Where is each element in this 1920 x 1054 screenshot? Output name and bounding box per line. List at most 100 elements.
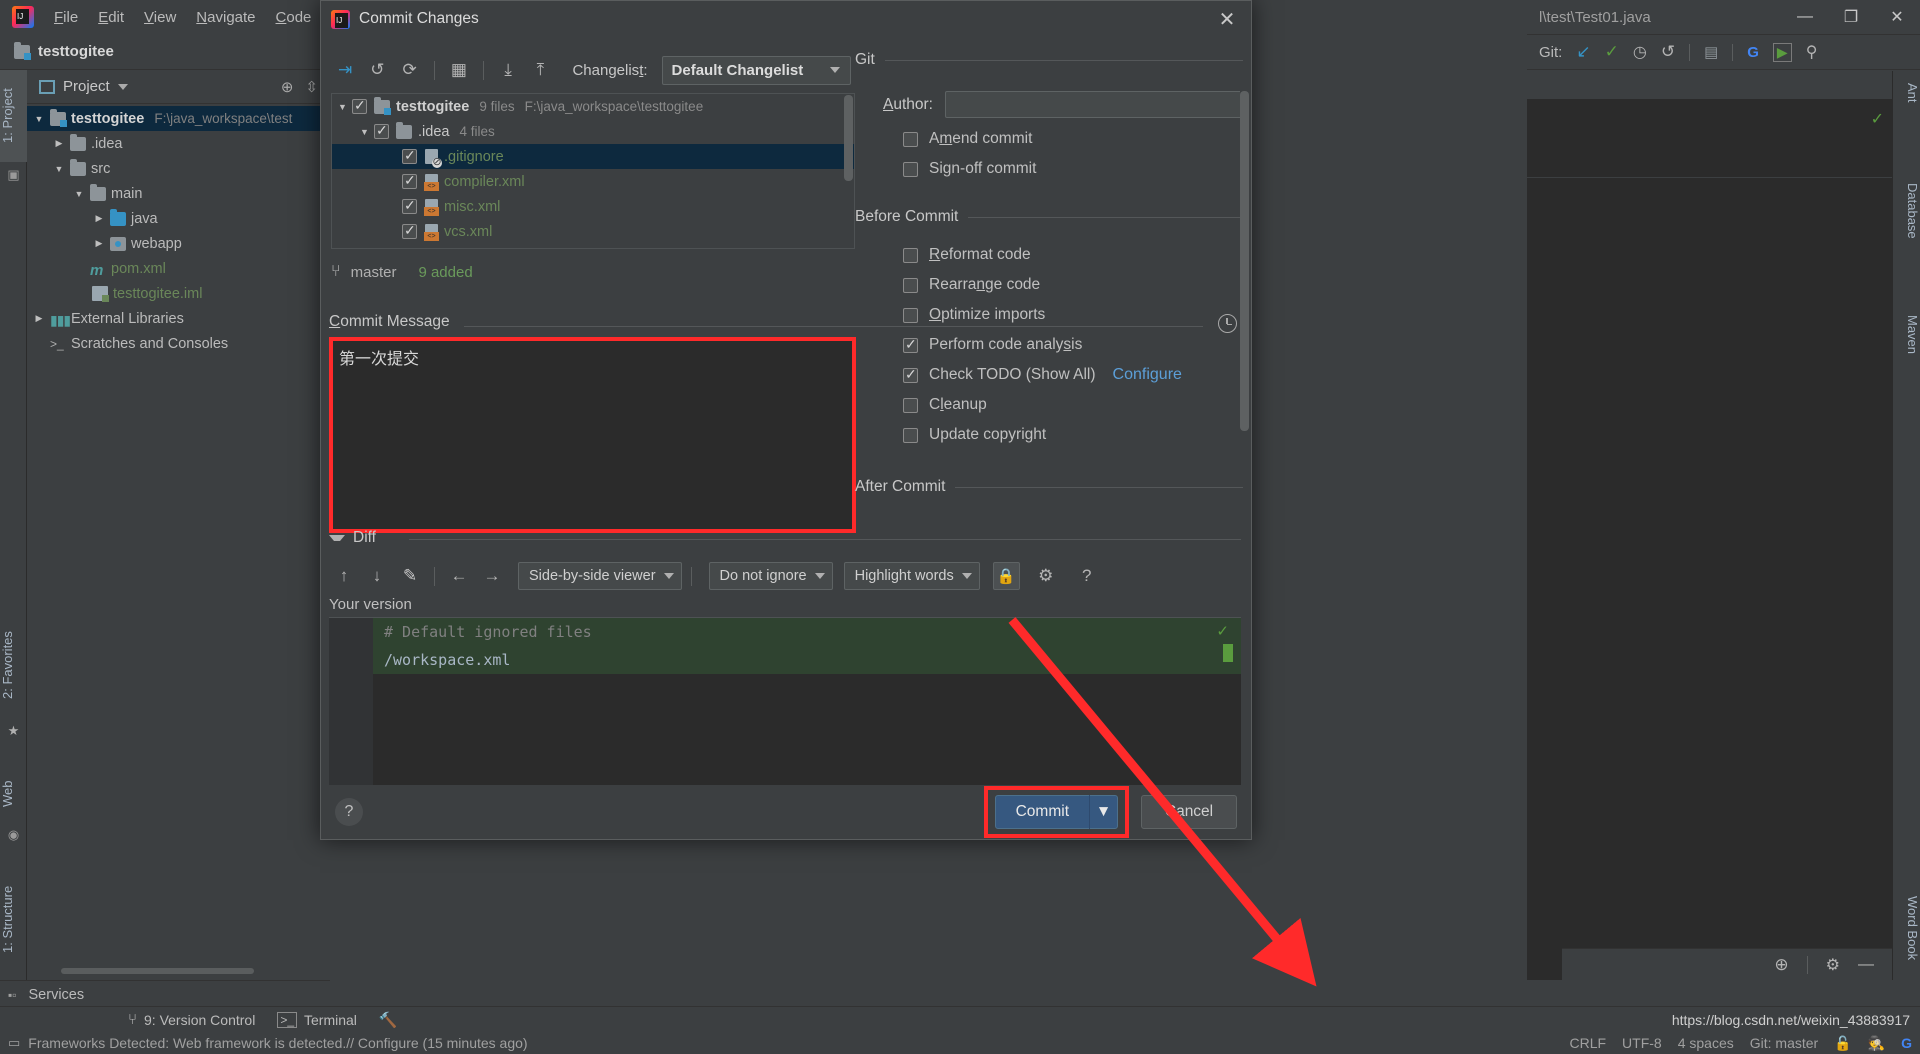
collapse-all-icon[interactable]: ⤒	[526, 56, 554, 84]
expand-all-icon[interactable]: ⤓	[494, 56, 522, 84]
diff-section-label[interactable]: Diff	[329, 529, 376, 547]
status-line-separator[interactable]: CRLF	[1569, 1035, 1606, 1051]
window-maximize-button[interactable]: ❐	[1828, 7, 1874, 27]
chevron-collapsed-icon[interactable]: ▶	[91, 213, 107, 224]
prev-difference-icon[interactable]: ↑	[329, 562, 359, 590]
menu-file[interactable]: FFileile	[44, 5, 88, 30]
bottom-tab-version-control[interactable]: ⑂ 9: Version Control	[128, 1011, 255, 1028]
file-row-misc-xml[interactable]: misc.xml	[332, 194, 854, 219]
chevron-expanded-icon[interactable]: ▼	[31, 114, 47, 124]
chevron-collapsed-icon[interactable]: ▶	[31, 313, 47, 324]
check-todo-row[interactable]: Check TODO (Show All) Configure	[903, 366, 1243, 384]
show-diff-icon[interactable]: ⇥	[331, 56, 359, 84]
cleanup-row[interactable]: Cleanup	[903, 396, 1243, 414]
menu-navigate[interactable]: Navigate	[186, 5, 265, 30]
sidebar-tab-structure[interactable]: 1: Structure	[0, 860, 27, 978]
optimize-imports-row[interactable]: Optimize imports	[903, 306, 1243, 324]
rearrange-code-row[interactable]: Rearrange code	[903, 276, 1243, 294]
collapse-all-icon[interactable]: ⇳	[305, 78, 318, 96]
sidebar-tab-maven[interactable]: Maven	[1892, 309, 1920, 360]
menu-view[interactable]: View	[134, 5, 186, 30]
file-row-idea[interactable]: ▼ .idea 4 files	[332, 119, 854, 144]
help-icon[interactable]: ?	[335, 798, 363, 826]
tree-row-main[interactable]: ▼ main	[27, 181, 330, 206]
chrome-icon[interactable]: G	[1901, 1035, 1912, 1051]
file-checkbox[interactable]	[402, 172, 417, 189]
apply-right-icon[interactable]: →	[477, 562, 507, 590]
bottom-tab-terminal[interactable]: >_ Terminal	[277, 1011, 357, 1028]
history-icon[interactable]: ◷	[1633, 42, 1647, 62]
signoff-commit-checkbox[interactable]	[903, 161, 918, 177]
optimize-imports-checkbox[interactable]	[903, 307, 918, 323]
cancel-button[interactable]: Cancel	[1141, 795, 1237, 829]
chevron-expanded-icon[interactable]: ▼	[71, 189, 87, 199]
apply-left-icon[interactable]: ←	[444, 562, 474, 590]
file-checkbox[interactable]	[402, 147, 417, 164]
commit-message-field[interactable]: 第一次提交	[329, 337, 856, 533]
menu-code[interactable]: Code	[266, 5, 322, 30]
sidebar-tab-favorites[interactable]: 2: Favorites	[0, 610, 27, 720]
chevron-expanded-icon[interactable]: ▼	[360, 127, 374, 137]
file-row-gitignore[interactable]: .gitignore	[332, 144, 854, 169]
locate-icon[interactable]: ⊕	[281, 78, 294, 96]
file-row-compiler-xml[interactable]: compiler.xml	[332, 169, 854, 194]
perform-code-analysis-row[interactable]: Perform code analysis	[903, 336, 1243, 354]
signoff-commit-row[interactable]: Sign-off commit	[903, 160, 1243, 178]
tree-row-java[interactable]: ▶ java	[27, 206, 330, 231]
status-encoding[interactable]: UTF-8	[1622, 1035, 1662, 1051]
project-horizontal-scrollbar[interactable]	[61, 968, 322, 974]
amend-commit-row[interactable]: Amend commit	[903, 130, 1243, 148]
file-checkbox[interactable]	[352, 97, 367, 114]
gear-icon[interactable]: ⚙	[1826, 955, 1840, 975]
group-by-icon[interactable]: ▦	[445, 56, 473, 84]
options-scrollbar[interactable]	[1240, 91, 1249, 431]
tree-row-scratches[interactable]: ▶ >_ Scratches and Consoles	[27, 331, 330, 356]
sidebar-tab-word-book[interactable]: Word Book	[1892, 890, 1920, 966]
sidebar-tab-ant[interactable]: Ant	[1892, 77, 1920, 109]
status-branch[interactable]: Git: master	[1750, 1035, 1818, 1051]
minimize-icon[interactable]: —	[1858, 956, 1874, 974]
update-copyright-checkbox[interactable]	[903, 427, 918, 443]
commit-icon[interactable]: ✓	[1605, 42, 1619, 62]
search-icon[interactable]: ⚲	[1806, 42, 1818, 62]
sidebar-tab-database[interactable]: Database	[1892, 177, 1920, 245]
window-close-button[interactable]: ✕	[1874, 7, 1920, 27]
perform-code-analysis-checkbox[interactable]	[903, 336, 918, 353]
chevron-collapsed-icon[interactable]: ▶	[91, 238, 107, 249]
diff-ignore-select[interactable]: Do not ignore	[708, 562, 833, 590]
reformat-code-checkbox[interactable]	[903, 247, 918, 263]
tree-row-pom[interactable]: ▶ m pom.xml	[27, 256, 330, 281]
changelist-select[interactable]: Default Changelist	[661, 55, 851, 85]
chevron-down-icon[interactable]	[117, 83, 128, 90]
chevron-expanded-icon[interactable]: ▼	[338, 102, 352, 112]
rearrange-code-checkbox[interactable]	[903, 277, 918, 293]
check-todo-checkbox[interactable]	[903, 366, 918, 383]
rollback-icon[interactable]: ↺	[1661, 42, 1675, 62]
editor-icon[interactable]: ✎	[395, 562, 425, 590]
bottom-tab-build[interactable]: 🔨	[379, 1011, 398, 1029]
file-tree-scrollbar[interactable]	[844, 95, 853, 247]
cleanup-checkbox[interactable]	[903, 397, 918, 413]
tree-row-idea[interactable]: ▶ .idea	[27, 131, 330, 156]
show-diff-icon[interactable]: ▤	[1704, 43, 1718, 61]
tree-row-iml[interactable]: ▶ testtogitee.iml	[27, 281, 330, 306]
sidebar-tab-project[interactable]: 1: Project	[0, 70, 27, 162]
next-difference-icon[interactable]: ↓	[362, 562, 392, 590]
configure-todo-link[interactable]: Configure	[1113, 366, 1182, 384]
file-checkbox[interactable]	[374, 122, 389, 139]
lock-icon[interactable]: 🔓	[1834, 1035, 1851, 1052]
close-icon[interactable]: ✕	[1213, 5, 1241, 33]
sidebar-tab-web[interactable]: Web	[0, 766, 27, 822]
translate-icon[interactable]: G	[1747, 44, 1759, 61]
tree-row-src[interactable]: ▼ src	[27, 156, 330, 181]
run-icon[interactable]: ▶	[1772, 42, 1792, 62]
revert-icon[interactable]: ↺	[363, 56, 391, 84]
tree-row-webapp[interactable]: ▶ webapp	[27, 231, 330, 256]
chevron-expanded-icon[interactable]: ▼	[51, 164, 67, 174]
chevron-down-icon[interactable]: ▼	[1090, 803, 1117, 821]
tree-row-testtogitee[interactable]: ▼ testtogitee F:\java_workspace\test	[27, 106, 330, 131]
services-tool-row[interactable]: ▪▫ Services	[0, 980, 330, 1008]
file-row-vcs-xml[interactable]: vcs.xml	[332, 219, 854, 244]
inspector-icon[interactable]: 🕵	[1868, 1035, 1885, 1052]
author-input[interactable]	[944, 91, 1243, 118]
